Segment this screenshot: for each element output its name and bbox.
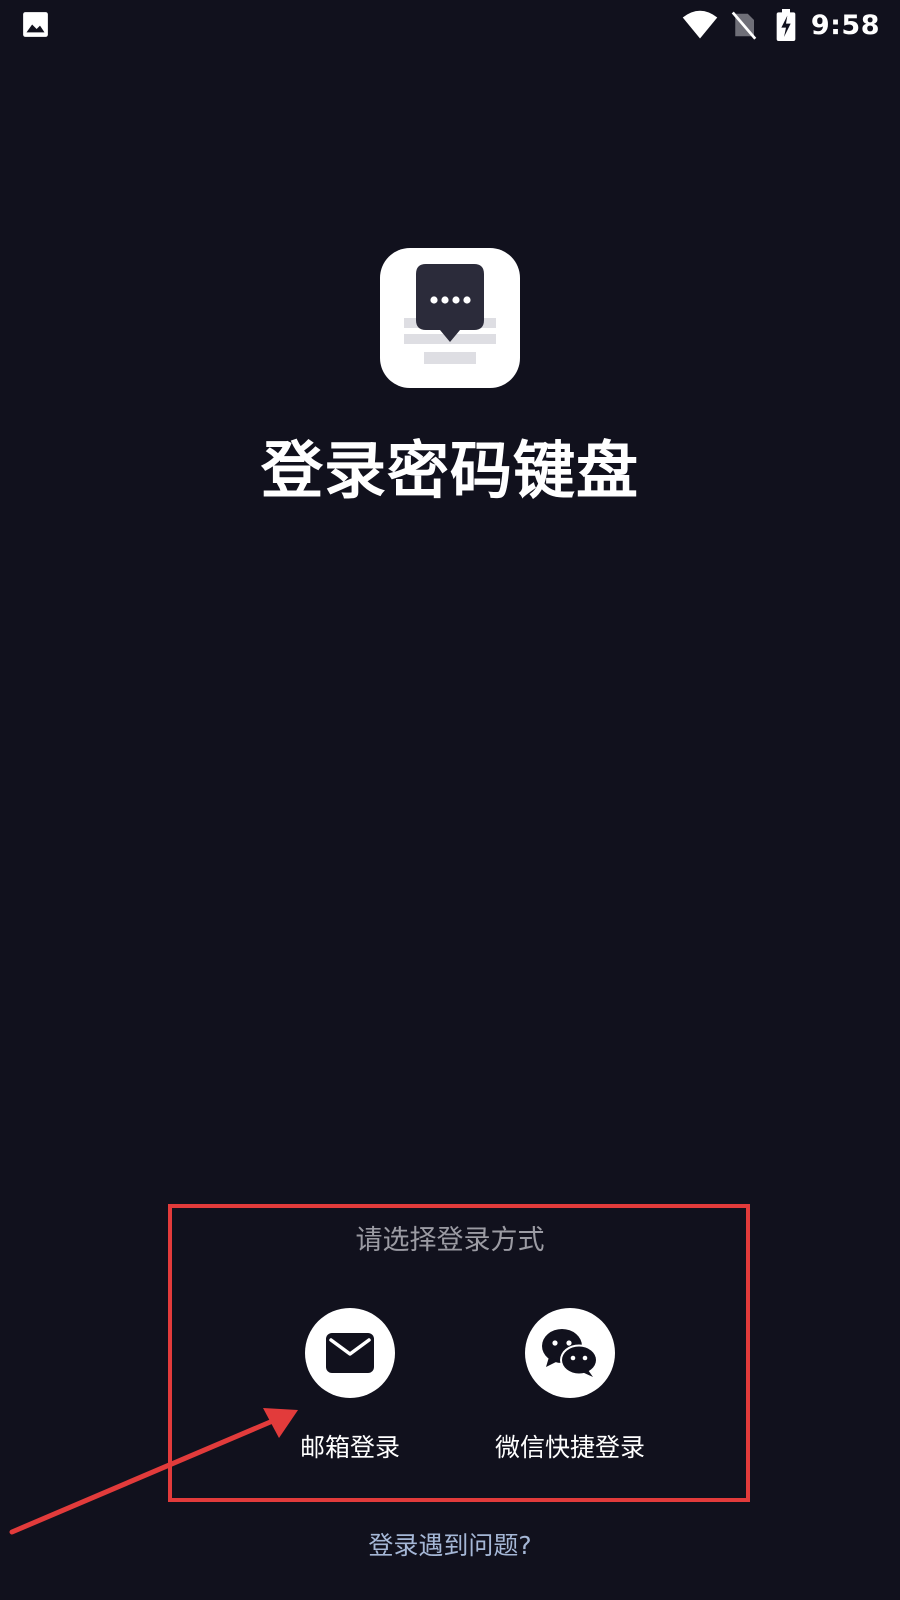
wechat-icon	[542, 1329, 598, 1377]
no-sim-icon	[731, 11, 757, 40]
status-time: 9:58	[810, 9, 880, 41]
login-screen: 9:58 登录密码键盘 请选择登录方式 邮箱登录 微信快捷登录 登录遇到问题?	[0, 0, 900, 1600]
gallery-icon	[23, 12, 48, 37]
annotation-arrow	[9, 1408, 298, 1535]
app-title: 登录密码键盘	[260, 434, 639, 507]
status-bar: 9:58	[0, 0, 900, 50]
wechat-login-label: 微信快捷登录	[494, 1433, 645, 1462]
login-help-link[interactable]: 登录遇到问题?	[0, 1526, 900, 1562]
status-icons: 9:58	[681, 4, 880, 46]
wechat-login-button[interactable]: 微信快捷登录	[460, 1308, 680, 1468]
mail-icon	[326, 1333, 374, 1373]
wechat-login-circle	[525, 1308, 615, 1398]
keyboard-chat-logo	[404, 264, 496, 364]
app-logo	[380, 248, 520, 388]
battery-charging-icon	[776, 9, 796, 41]
wifi-icon	[682, 10, 718, 39]
login-method-hint: 请选择登录方式	[355, 1225, 545, 1256]
